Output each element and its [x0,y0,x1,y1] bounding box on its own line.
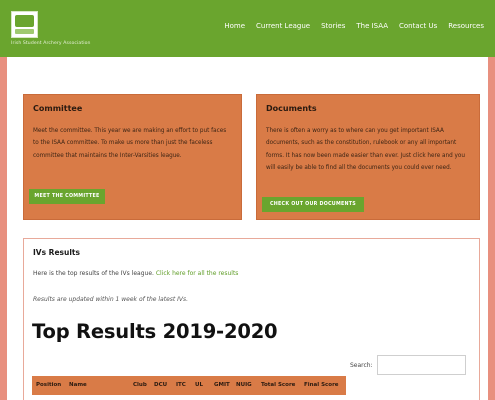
column-header-dcu[interactable]: DCU [154,382,167,388]
column-header-nuig[interactable]: NUIG [236,382,252,388]
column-header-total-score[interactable]: Total Score [261,382,295,388]
results-table-header: Position Name Club DCU ITC UL GMIT NUIG … [32,376,346,395]
search-label: Search: [350,362,373,369]
results-intro-text: Here is the top results of the IVs leagu… [33,270,154,277]
column-header-position[interactable]: Position [36,382,61,388]
association-logo-icon[interactable] [11,11,38,38]
documents-card-body: There is often a worry as to where can y… [266,128,466,171]
site-header: Irish Student Archery Association Home C… [0,0,495,57]
column-header-name[interactable]: Name [69,382,87,388]
column-header-final-score[interactable]: Final Score [304,382,339,388]
committee-card-title: Committee [33,104,83,113]
nav-current-league[interactable]: Current League [256,22,310,30]
column-header-itc[interactable]: ITC [176,382,186,388]
column-header-club[interactable]: Club [133,382,147,388]
main-nav: Home Current League Stories The ISAA Con… [224,22,484,30]
site-tagline: Irish Student Archery Association [11,41,91,46]
column-header-gmit[interactable]: GMIT [214,382,230,388]
page-frame: Irish Student Archery Association Home C… [0,0,495,400]
logo-top-mark [15,15,34,27]
results-section: IVs Results Here is the top results of t… [23,238,480,400]
nav-home[interactable]: Home [224,22,245,30]
documents-card: Documents There is often a worry as to w… [256,94,480,220]
logo-bottom-mark [15,29,34,34]
column-header-ul[interactable]: UL [195,382,203,388]
nav-contact-us[interactable]: Contact Us [399,22,437,30]
results-intro: Here is the top results of the IVs leagu… [33,270,238,277]
results-search-input[interactable] [377,355,466,375]
nav-the-isaa[interactable]: The ISAA [356,22,388,30]
results-heading: IVs Results [33,248,80,257]
documents-card-title: Documents [266,104,317,113]
results-update-note: Results are updated within 1 week of the… [33,296,189,303]
main-content: Committee Meet the committee. This year … [7,57,488,400]
check-documents-button[interactable]: Check out our Documents [262,197,364,212]
committee-card: Committee Meet the committee. This year … [23,94,242,220]
committee-card-body: Meet the committee. This year we are mak… [33,128,227,159]
nav-resources[interactable]: Resources [448,22,484,30]
all-results-link[interactable]: Click here for all the results [156,270,239,277]
top-results-title: Top Results 2019-2020 [32,320,278,343]
meet-committee-button[interactable]: Meet the Committee [29,189,105,204]
nav-stories[interactable]: Stories [321,22,345,30]
